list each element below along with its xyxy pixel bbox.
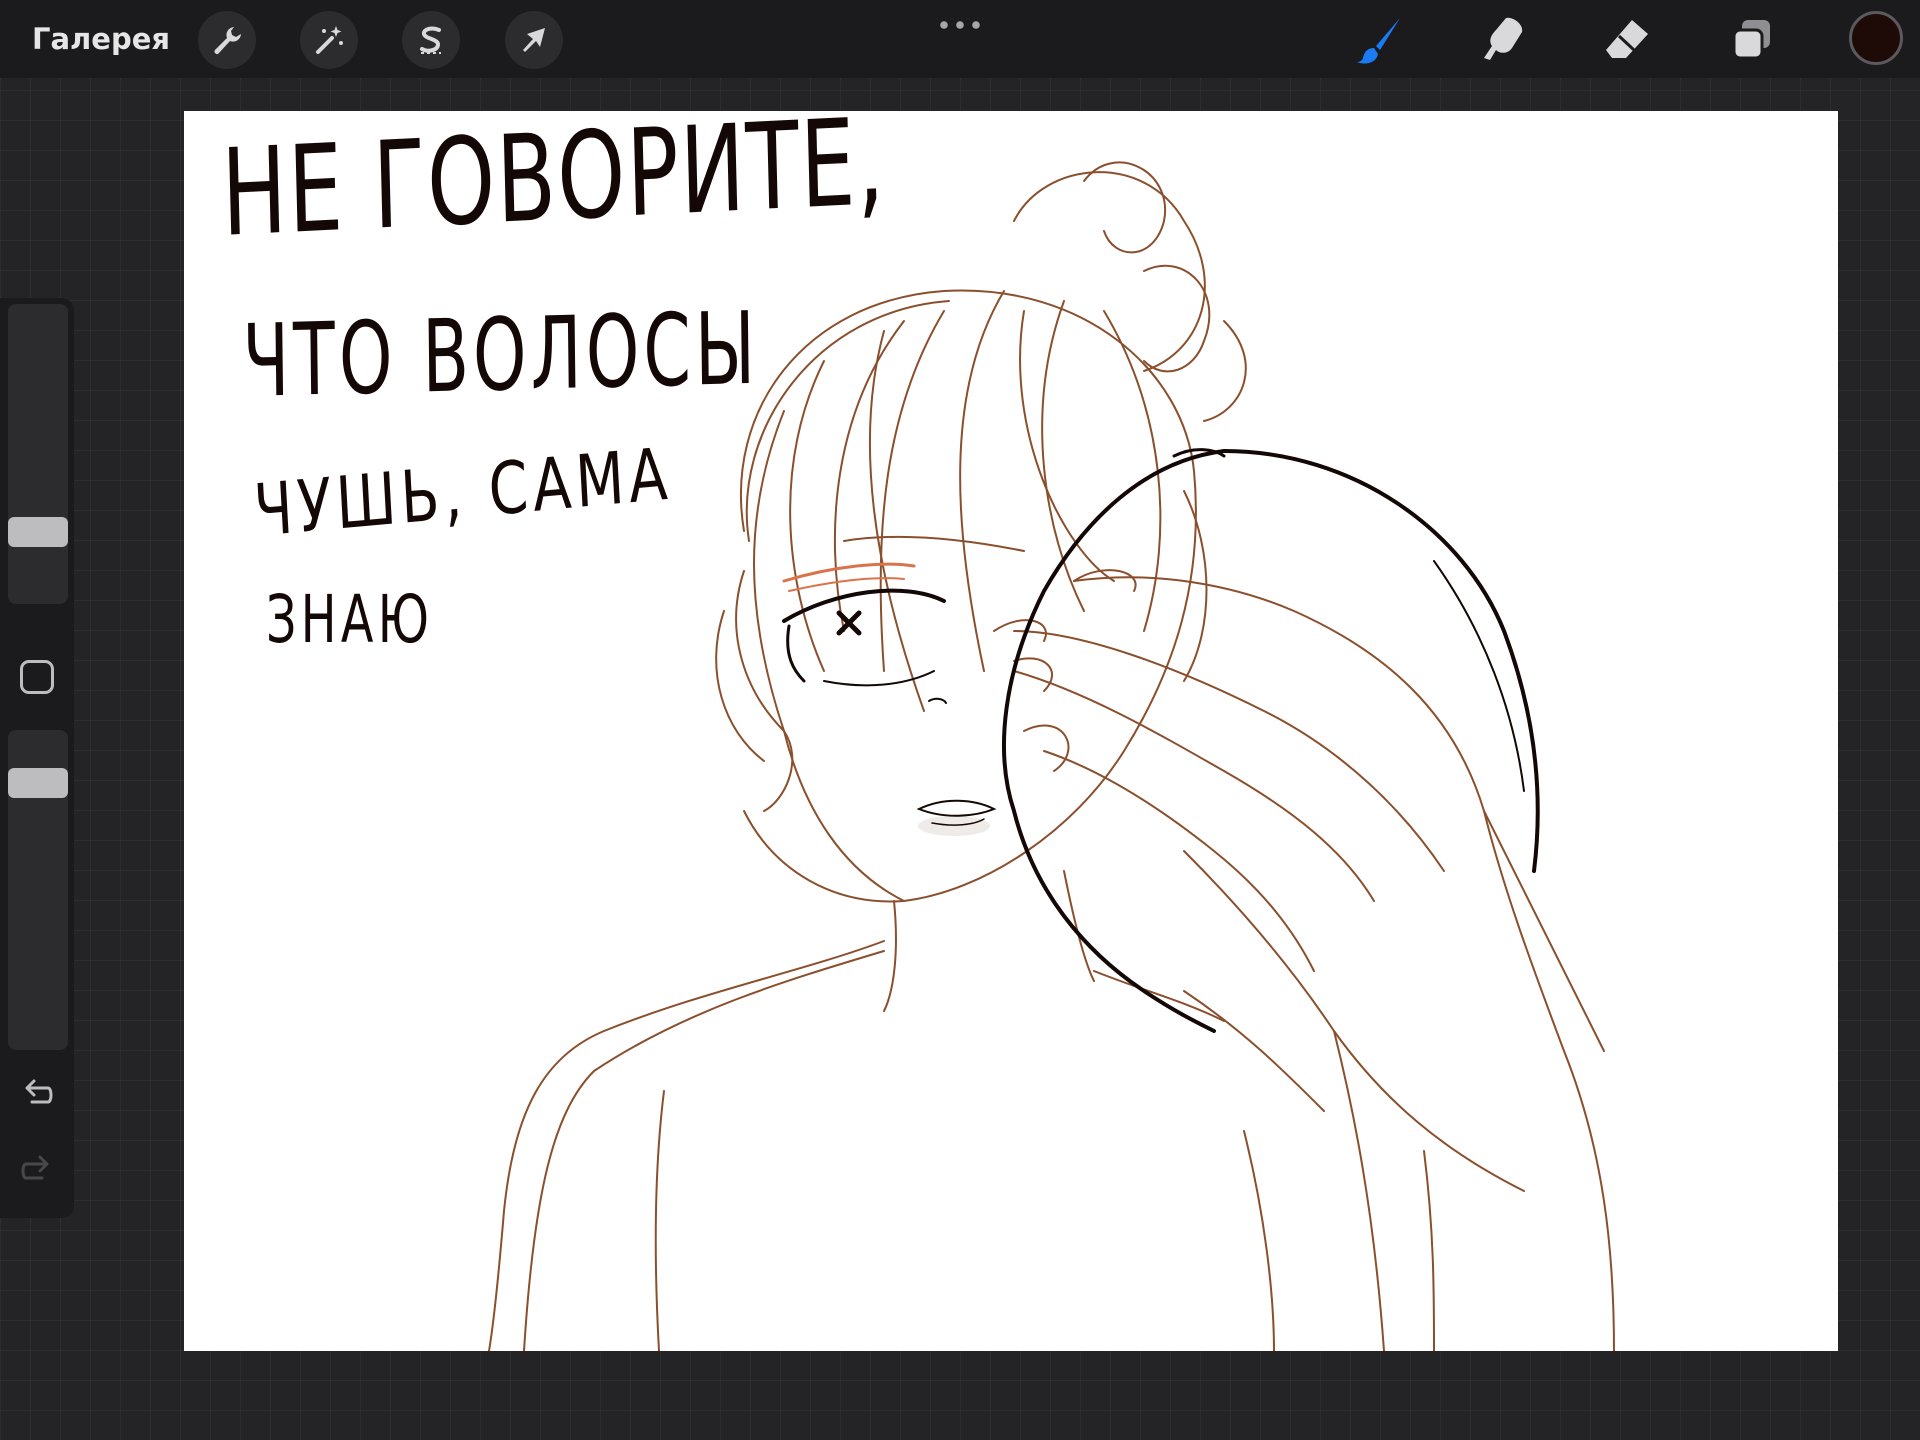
handwritten-text-line-4: ЗНАЮ (266, 581, 434, 658)
brush-icon (1357, 18, 1400, 64)
adjustments-button[interactable] (300, 11, 358, 69)
square-modify-icon[interactable] (20, 660, 54, 694)
color-picker-button[interactable] (1849, 11, 1903, 65)
arrow-cursor-icon (523, 28, 545, 52)
gallery-button[interactable]: Галерея (32, 22, 170, 56)
drawing-canvas[interactable]: НЕ ГОВОРИТЕ, ЧТО ВОЛОСЫ ЧУШЬ, САМА ЗНАЮ (184, 111, 1838, 1351)
smudge-finger-icon (1484, 17, 1523, 61)
selection-s-icon (420, 26, 441, 54)
selection-button[interactable] (402, 11, 460, 69)
brush-size-thumb[interactable] (8, 517, 68, 547)
eraser-icon (1606, 20, 1648, 58)
magic-wand-icon (316, 26, 343, 54)
redo-arrow-icon[interactable] (18, 1152, 56, 1190)
actions-button[interactable] (198, 11, 256, 69)
smudge-tool-button[interactable] (1474, 10, 1534, 70)
brush-size-slider[interactable] (8, 304, 68, 604)
left-sidebar (0, 298, 74, 1218)
layers-button[interactable] (1722, 10, 1782, 70)
wrench-icon (214, 27, 241, 54)
brush-opacity-slider[interactable] (8, 730, 68, 1050)
ellipsis-icon[interactable] (938, 18, 982, 32)
brush-tool-button[interactable] (1350, 10, 1410, 70)
brush-opacity-thumb[interactable] (8, 768, 68, 798)
transform-button[interactable] (505, 11, 563, 69)
layers-icon (1732, 20, 1770, 60)
sketch-artwork (488, 161, 1615, 1351)
eraser-tool-button[interactable] (1598, 10, 1658, 70)
top-toolbar: Галерея (0, 0, 1920, 78)
handwritten-text-line-2: ЧТО ВОЛОСЫ (242, 289, 760, 420)
undo-arrow-icon[interactable] (18, 1076, 56, 1114)
